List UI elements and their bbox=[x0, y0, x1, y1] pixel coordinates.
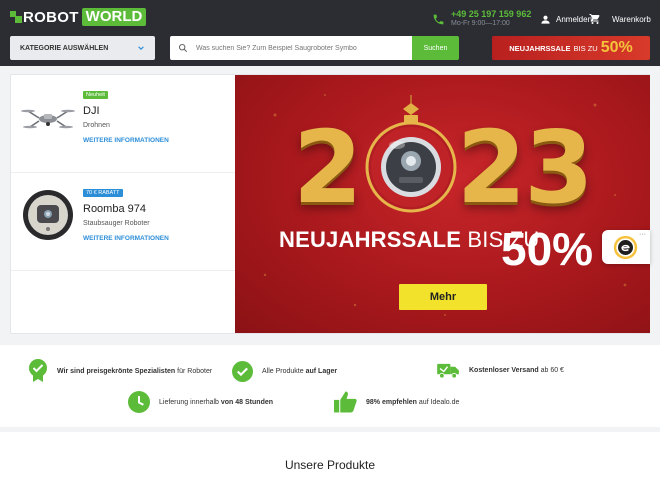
usp-in-stock: Alle Produkte auf Lager bbox=[232, 361, 337, 382]
product-name[interactable]: Roomba 974 bbox=[83, 203, 146, 215]
featured-card: Neuheit DJI Drohnen WEITERE INFORMATIONE… bbox=[10, 74, 650, 334]
usp-recommend: 98% empfehlen auf Idealo.de bbox=[334, 391, 459, 413]
trusted-shops-badge[interactable]: ··· bbox=[602, 230, 650, 264]
product-teaser[interactable]: 70 € RABATT Roomba 974 Staubsauger Robot… bbox=[11, 173, 235, 271]
phone-icon bbox=[433, 14, 444, 24]
hero-percent: 50% bbox=[501, 223, 594, 275]
more-info-link[interactable]: WEITERE INFORMATIONEN bbox=[83, 235, 169, 242]
user-icon bbox=[541, 15, 550, 24]
cart-label: Warenkorb bbox=[612, 14, 651, 24]
usp-shipping: Kostenloser Versand ab 60 € bbox=[437, 362, 564, 379]
chevron-down-icon bbox=[138, 46, 144, 50]
sale-banner[interactable]: NEUJAHRSSALE BIS ZU 50% bbox=[492, 36, 650, 60]
phone-contact[interactable]: +49 25 197 159 962 Mo-Fr 9:00—17:00 bbox=[432, 9, 531, 29]
trusted-shops-seal-icon bbox=[613, 235, 638, 260]
usp-in-stock-rest: Alle Produkte bbox=[262, 368, 306, 375]
usp-specialists-rest: für Roboter bbox=[175, 367, 213, 375]
sale-banner-bold: NEUJAHRSSALE bbox=[509, 43, 571, 53]
hero-title-bold: NEUJAHRSSALE bbox=[279, 227, 462, 252]
hero-banner[interactable]: 2 23 NEUJAHRSSALE BIS ZU 50% Mehr bbox=[235, 75, 650, 333]
sale-banner-thin: BIS ZU bbox=[573, 43, 598, 53]
sale-banner-pct: 50% bbox=[600, 39, 633, 56]
search-box bbox=[170, 36, 412, 60]
hero-year-left: 2 bbox=[293, 109, 363, 226]
product-category: Drohnen bbox=[83, 122, 110, 129]
usp-delivery-rest: Lieferung innerhalb bbox=[159, 398, 221, 406]
logo-mark-icon bbox=[10, 11, 22, 23]
usp-shipping-rest: ab 60 € bbox=[538, 367, 564, 374]
usp-section: Wir sind preisgekrönte Spezialisten für … bbox=[0, 345, 660, 427]
cart-icon bbox=[589, 14, 600, 24]
thumbs-up-icon bbox=[334, 391, 357, 413]
delivery-truck-icon bbox=[437, 363, 459, 379]
usp-recommend-bold: 98% empfehlen bbox=[366, 398, 417, 406]
login-label: Anmelden bbox=[556, 15, 593, 24]
usp-recommend-rest: auf Idealo.de bbox=[416, 398, 460, 406]
more-button[interactable]: Mehr bbox=[399, 284, 487, 310]
usp-delivery-bold: von 48 Stunden bbox=[220, 398, 274, 406]
phone-number: +49 25 197 159 962 bbox=[451, 9, 532, 19]
products-section: Unsere Produkte bbox=[0, 432, 660, 494]
logo[interactable]: ROBOT WORLD bbox=[10, 7, 147, 27]
logo-text-world: WORLD bbox=[81, 8, 147, 26]
search-icon bbox=[178, 43, 188, 53]
header: ROBOT WORLD +49 25 197 159 962 Mo-Fr 9:0… bbox=[0, 0, 660, 66]
award-icon bbox=[29, 359, 47, 382]
usp-specialists: Wir sind preisgekrönte Spezialisten für … bbox=[28, 359, 212, 383]
search-input[interactable] bbox=[196, 44, 406, 52]
more-info-link[interactable]: WEITERE INFORMATIONEN bbox=[83, 137, 169, 144]
product-name[interactable]: DJI bbox=[83, 105, 100, 117]
login-link[interactable]: Anmelden bbox=[540, 14, 592, 25]
check-circle-icon bbox=[232, 361, 253, 382]
cart-link[interactable]: Warenkorb bbox=[589, 13, 651, 25]
product-category: Staubsauger Roboter bbox=[83, 220, 150, 227]
robot-vacuum-image bbox=[23, 190, 73, 240]
badge-new: Neuheit bbox=[83, 91, 108, 99]
search-button[interactable]: Suchen bbox=[412, 36, 459, 60]
usp-shipping-bold: Kostenloser Versand bbox=[469, 367, 539, 374]
opening-hours: Mo-Fr 9:00—17:00 bbox=[451, 20, 510, 27]
badge-discount: 70 € RABATT bbox=[83, 189, 123, 197]
hero-year-right: 23 bbox=[456, 109, 594, 226]
usp-specialists-bold: Wir sind preisgekrönte Spezialisten bbox=[57, 367, 176, 375]
usp-delivery: Lieferung innerhalb von 48 Stunden bbox=[128, 391, 273, 413]
clock-icon bbox=[128, 391, 150, 413]
ornament-robot-icon bbox=[365, 95, 457, 213]
category-dropdown[interactable]: KATEGORIE AUSWÄHLEN bbox=[10, 36, 155, 60]
drone-image bbox=[20, 89, 76, 145]
product-teaser[interactable]: Neuheit DJI Drohnen WEITERE INFORMATIONE… bbox=[11, 75, 235, 173]
category-label: KATEGORIE AUSWÄHLEN bbox=[20, 44, 109, 52]
logo-text-robot: ROBOT bbox=[23, 8, 79, 26]
usp-in-stock-bold: auf Lager bbox=[305, 368, 338, 375]
section-title: Unsere Produkte bbox=[284, 458, 376, 472]
more-options-icon[interactable]: ··· bbox=[639, 231, 646, 238]
